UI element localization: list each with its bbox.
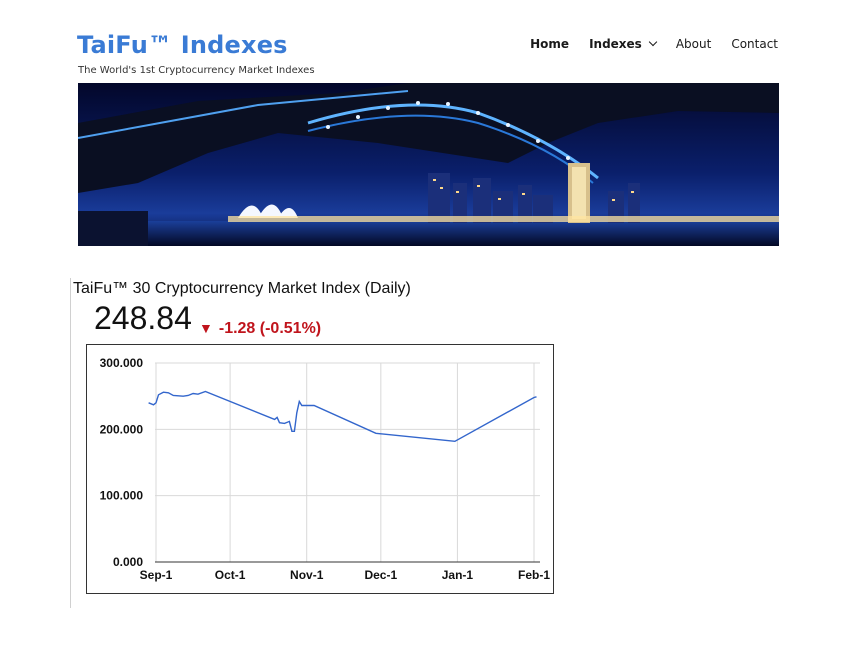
hero-image xyxy=(78,83,779,246)
index-title: TaiFu™ 30 Cryptocurrency Market Index (D… xyxy=(73,280,411,297)
x-tick-label: Nov-1 xyxy=(290,568,324,582)
nav-home-label: Home xyxy=(530,37,570,51)
line-chart: 0.000 100.000 200.000 300.000 Sep-1 Oct-1 Nov-… xyxy=(100,356,551,582)
y-tick-label: 300.000 xyxy=(100,356,144,370)
nav-about-label: About xyxy=(675,37,712,51)
index-change-value: -1.28 (-0.51%) xyxy=(218,320,322,337)
x-tick-label: Jan-1 xyxy=(442,568,474,582)
series-line xyxy=(148,390,537,443)
down-arrow-icon: ▼ xyxy=(199,320,213,336)
x-tick-label: Feb-1 xyxy=(518,568,550,582)
chevron-down-icon xyxy=(648,37,658,47)
x-tick-label: Oct-1 xyxy=(215,568,246,582)
site-title[interactable]: TaiFu™ Indexes xyxy=(77,31,288,59)
x-tick-label: Sep-1 xyxy=(140,568,173,582)
nav-indexes-label: Indexes xyxy=(589,37,642,51)
y-tick-label: 0.000 xyxy=(113,555,143,569)
nav-contact[interactable]: Contact xyxy=(731,37,778,51)
index-widget: TaiFu™ 30 Cryptocurrency Market Index (D… xyxy=(70,278,571,608)
nav-about[interactable]: About xyxy=(676,37,711,51)
x-tick-label: Dec-1 xyxy=(364,568,397,582)
index-price: 248.84 xyxy=(94,300,192,336)
nav-contact-label: Contact xyxy=(731,37,778,51)
y-tick-label: 100.000 xyxy=(100,489,144,503)
y-tick-label: 200.000 xyxy=(100,422,144,436)
nav-indexes[interactable]: Indexes xyxy=(589,37,658,51)
index-chart: 0.000 100.000 200.000 300.000 Sep-1 Oct-1 Nov-… xyxy=(86,344,554,594)
sydney-harbour-bridge-night-photo xyxy=(78,83,779,246)
index-change: ▼ -1.28 (-0.51%) xyxy=(199,320,321,338)
nav-home[interactable]: Home xyxy=(530,37,569,51)
main-nav: Home Indexes About Contact xyxy=(510,37,778,51)
site-tagline: The World's 1st Cryptocurrency Market In… xyxy=(78,65,315,76)
